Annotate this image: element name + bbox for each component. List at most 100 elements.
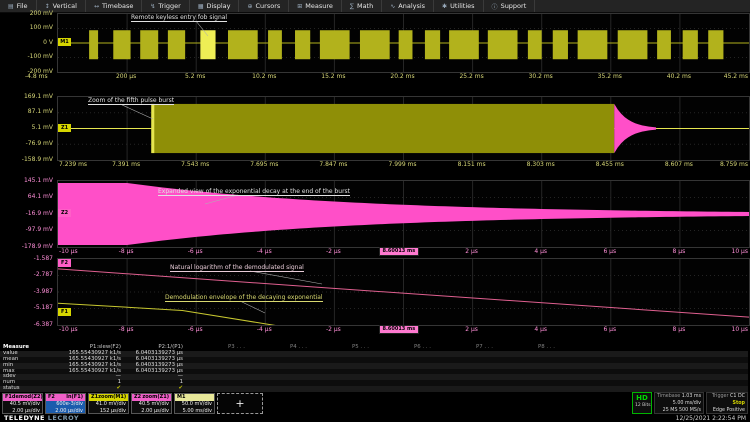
teledyne-lecroy-logo: TELEDYNE LECROY [4, 414, 79, 422]
x-axis-label: -2 µs [316, 326, 350, 333]
y-axis-label: -100 mV [0, 53, 53, 60]
y-axis-label: 100 mV [0, 24, 53, 31]
vertical-arrows-icon: ↕ [45, 3, 50, 10]
y-axis-label: -1.587 [0, 255, 53, 262]
measure-row-label: status [0, 386, 61, 392]
add-trace-button[interactable]: + [217, 393, 263, 414]
timebase-sampling: 25 MS 500 MS/s [657, 407, 701, 414]
x-axis-label: -10 µs [59, 248, 78, 255]
descriptor-id: Z2 [134, 394, 141, 401]
menu-item-timebase[interactable]: ↔Timebase [86, 0, 142, 12]
x-axis-label: -4.8 ms [25, 73, 48, 80]
measure-column-header[interactable]: P3 . . . [185, 345, 247, 351]
descriptor-header: Z1zoom(M1) [89, 394, 128, 401]
descriptor-id: Z1 [91, 394, 98, 401]
annotation-label: Expanded view of the exponential decay a… [158, 188, 350, 196]
grid-m1-waveform [58, 14, 749, 72]
trace-indicator-f2[interactable]: F2 [58, 259, 71, 267]
menu-item-label: Analysis [398, 2, 425, 10]
descriptor-f1[interactable]: F1demod(Z2)40.5 mV/div2.00 µs/div [2, 393, 43, 414]
descriptor-function: demod(Z2) [12, 394, 43, 401]
trace-indicator-z2[interactable]: Z2 [58, 209, 71, 217]
measure-column-header[interactable]: P4 . . . [247, 345, 309, 351]
menu-item-utilities[interactable]: ✱Utilities [434, 0, 484, 12]
trace-indicator-f1[interactable]: F1 [58, 308, 71, 316]
annotation-label: Demodulation envelope of the decaying ex… [165, 294, 323, 302]
x-axis-label: -8 µs [109, 248, 143, 255]
x-axis-label: 8.455 ms [593, 161, 627, 168]
x-axis-label: 8.151 ms [455, 161, 489, 168]
x-axis-label: -6 µs [178, 326, 212, 333]
menu-item-display[interactable]: ▦Display [190, 0, 240, 12]
menu-item-measure[interactable]: ⊞Measure [289, 0, 342, 12]
y-axis-label: -158.9 mV [0, 156, 53, 163]
menu-item-analysis[interactable]: ∿Analysis [382, 0, 434, 12]
x-axis-label: -10 µs [59, 326, 78, 333]
trigger-summary-box[interactable]: Trigger C1 DC Stop Edge Positive [706, 392, 748, 414]
menu-item-math[interactable]: ∑Math [342, 0, 382, 12]
descriptor-id: M1 [177, 394, 185, 401]
x-axis-label: -4 µs [247, 326, 281, 333]
x-axis-label: 8 µs [662, 248, 696, 255]
descriptor-f2[interactable]: F2ln(F1)600e-3/div2.00 µs/div [45, 393, 86, 414]
grid-z1-plot-area[interactable] [57, 96, 750, 161]
trigger-mode-stop: Stop [709, 400, 745, 407]
x-axis-label: -6 µs [178, 248, 212, 255]
y-axis-label: 169.1 mV [0, 93, 53, 100]
x-axis-label: 7.695 ms [247, 161, 281, 168]
display-grid-icon: ▦ [198, 3, 204, 10]
x-axis-label: 8.303 ms [524, 161, 558, 168]
menu-bar: ▤File↕Vertical↔Timebase↯Trigger▦Display⊕… [0, 0, 750, 13]
measure-cell: ✔ [61, 386, 123, 392]
x-axis-label: 2 µs [455, 326, 489, 333]
y-axis-label: 87.1 mV [0, 108, 53, 115]
hd-resolution-badge[interactable]: HD 12 Bits [632, 392, 652, 414]
descriptor-z1[interactable]: Z1zoom(M1)41.0 mV/div152 µs/div [88, 393, 129, 414]
grid-f-plot-area[interactable] [57, 258, 750, 326]
x-axis-label: 40.2 ms [662, 73, 696, 80]
trace-indicator-z1[interactable]: Z1 [58, 124, 71, 132]
acquisition-summary: HD 12 Bits Timebase 1.03 ms 5.00 ms/div … [632, 392, 748, 414]
x-axis-label: 6 µs [593, 326, 627, 333]
x-axis-label: 7.543 ms [178, 161, 212, 168]
trace-descriptor-row: F1demod(Z2)40.5 mV/div2.00 µs/divF2ln(F1… [2, 393, 263, 414]
x-axis-label: 5.2 ms [178, 73, 212, 80]
x-axis-label: 7.391 ms [109, 161, 143, 168]
x-axis-label: 10 µs [714, 326, 748, 333]
x-axis-label: 25.2 ms [455, 73, 489, 80]
y-axis-label: -16.9 mV [0, 210, 53, 217]
descriptor-m1[interactable]: M150.0 mV/div5.00 ms/div [174, 393, 215, 414]
hd-bits-label: 12 Bits [635, 403, 649, 409]
file-icon: ▤ [8, 3, 14, 10]
trace-indicator-m1[interactable]: M1 [58, 38, 71, 46]
menu-item-trigger[interactable]: ↯Trigger [142, 0, 189, 12]
grid-f-waveform [58, 259, 749, 325]
x-axis-label: 4 µs [524, 248, 558, 255]
cursors-crosshair-icon: ⊕ [247, 3, 252, 10]
measure-column-header[interactable]: P8 . . . [495, 345, 557, 351]
x-axis-label: 4 µs [524, 326, 558, 333]
descriptor-id: F1 [5, 394, 12, 401]
x-axis-label: 8.607 ms [662, 161, 696, 168]
y-axis-label: -178.9 mV [0, 243, 53, 250]
y-axis-label: -3.987 [0, 288, 53, 295]
descriptor-header: F1demod(Z2) [3, 394, 42, 401]
timebase-summary-box[interactable]: Timebase 1.03 ms 5.00 ms/div 25 MS 500 M… [654, 392, 704, 414]
measure-column-header[interactable]: P7 . . . [433, 345, 495, 351]
x-axis-label: 20.2 ms [386, 73, 420, 80]
oscilloscope-screen: ▤File↕Vertical↔Timebase↯Trigger▦Display⊕… [0, 0, 750, 422]
annotation-label: Natural logarithm of the demodulated sig… [170, 264, 304, 272]
zoom-center-time-readout: 8.60013 ms [379, 247, 420, 256]
menu-item-support[interactable]: ⓘSupport [484, 0, 536, 12]
measure-column-header[interactable]: P6 . . . [371, 345, 433, 351]
descriptor-z2[interactable]: Z2zoom(Z1)40.5 mV/div2.00 µs/div [131, 393, 172, 414]
menu-item-cursors[interactable]: ⊕Cursors [239, 0, 289, 12]
measure-column-header[interactable]: P5 . . . [309, 345, 371, 351]
measure-icon: ⊞ [297, 3, 302, 10]
x-axis-label: 200 µs [109, 73, 143, 80]
descriptor-function: zoom(M1) [98, 394, 126, 401]
grid-m1-plot-area[interactable] [57, 13, 750, 73]
x-axis-label: 10.2 ms [247, 73, 281, 80]
trigger-edge-icon: ↯ [150, 3, 155, 10]
zoom-center-time-readout: 8.60013 ms [379, 325, 420, 334]
